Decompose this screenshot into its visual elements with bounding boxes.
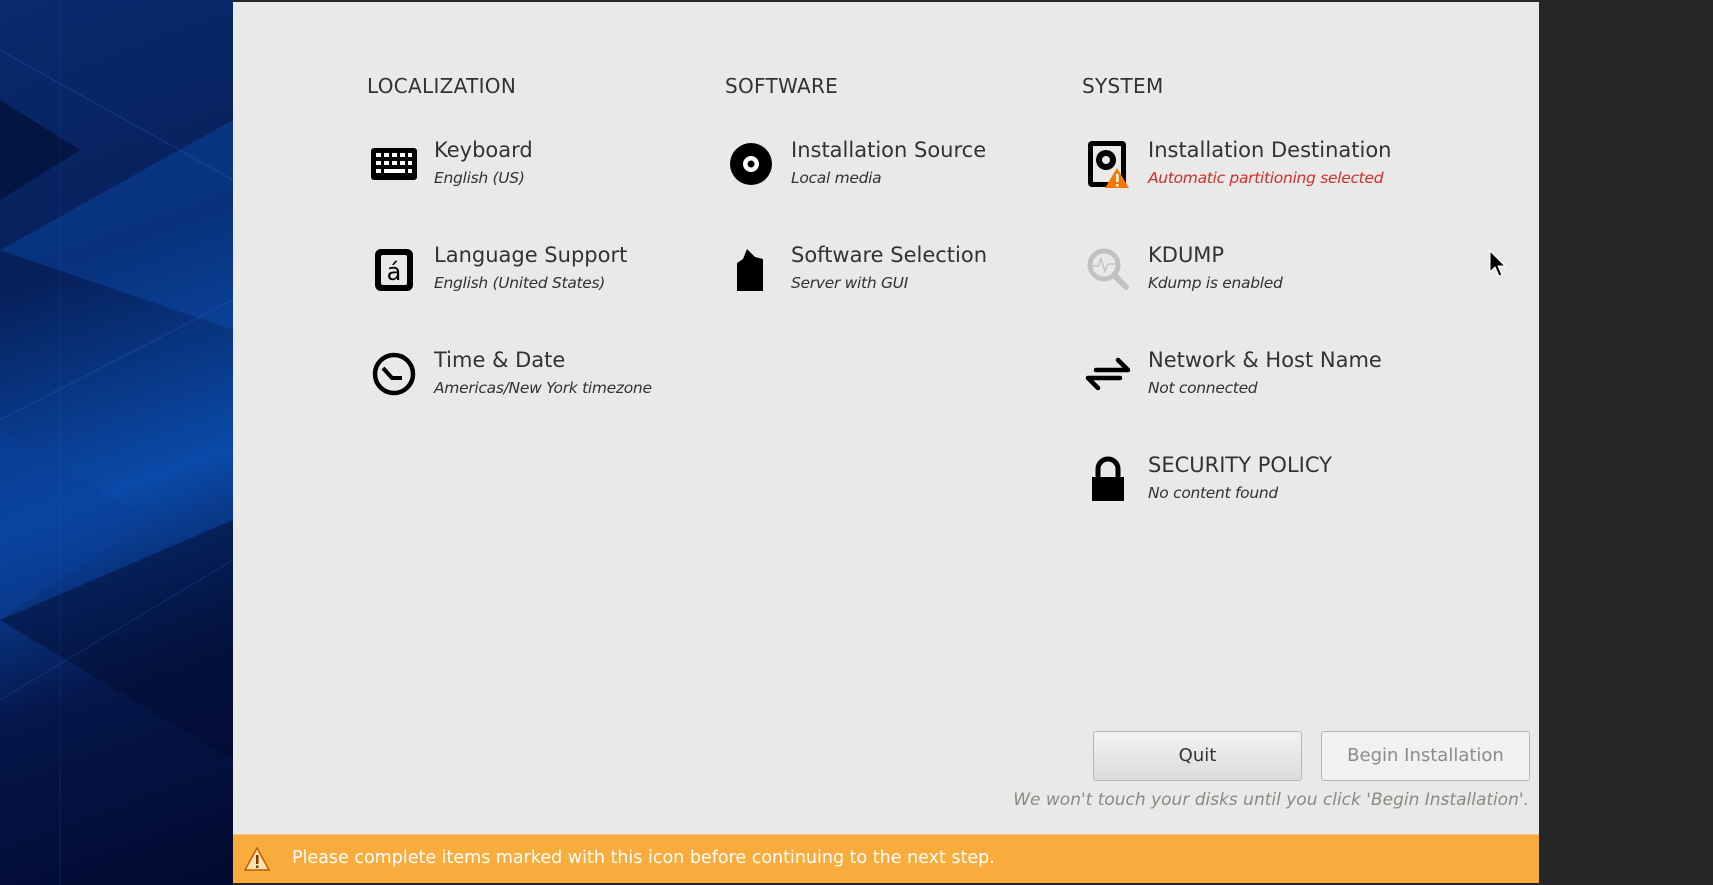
keyboard-title: Keyboard (434, 138, 533, 162)
language-support-title: Language Support (434, 243, 628, 267)
harddisk-warning-icon (1088, 141, 1129, 188)
localization-header: LOCALIZATION (367, 74, 517, 98)
spoke-installation-source[interactable]: Installation Source Local media (727, 138, 1057, 208)
spoke-language-support[interactable]: á Language Support English (United State… (370, 243, 700, 313)
language-icon: á (375, 249, 413, 291)
quit-button[interactable]: Quit (1093, 731, 1302, 781)
installation-summary-hub: LOCALIZATION SOFTWARE SYSTEM Keyboard En… (233, 2, 1539, 883)
spoke-installation-destination[interactable]: Installation Destination Automatic parti… (1084, 138, 1414, 208)
spoke-security-policy[interactable]: SECURITY POLICY No content found (1084, 453, 1414, 523)
software-header: SOFTWARE (725, 74, 839, 98)
svg-text:á: á (387, 258, 402, 286)
begin-installation-button[interactable]: Begin Installation (1321, 731, 1530, 781)
spoke-kdump[interactable]: KDUMP Kdump is enabled (1084, 243, 1414, 313)
keyboard-icon (371, 148, 417, 180)
installation-source-status: Local media (791, 169, 882, 187)
time-date-status: Americas/New York timezone (434, 379, 652, 397)
language-support-status: English (United States) (434, 274, 606, 292)
lock-icon (1092, 456, 1124, 501)
warning-message: Please complete items marked with this i… (292, 848, 995, 868)
time-date-title: Time & Date (434, 348, 566, 372)
kdump-title: KDUMP (1148, 243, 1225, 267)
warning-bar: Please complete items marked with this i… (233, 834, 1539, 883)
mouse-cursor-icon (1489, 250, 1507, 277)
software-selection-status: Server with GUI (791, 274, 908, 292)
spoke-software-selection[interactable]: Software Selection Server with GUI (727, 243, 1057, 313)
keyboard-status: English (US) (434, 169, 525, 187)
spoke-network-hostname[interactable]: Network & Host Name Not connected (1084, 348, 1414, 418)
disc-icon (730, 143, 772, 185)
spoke-keyboard[interactable]: Keyboard English (US) (370, 138, 700, 208)
installation-destination-title: Installation Destination (1148, 138, 1392, 162)
software-selection-title: Software Selection (791, 243, 988, 267)
warning-icon (244, 847, 270, 871)
installation-destination-status: Automatic partitioning selected (1148, 169, 1384, 187)
system-header: SYSTEM (1082, 74, 1164, 98)
network-hostname-title: Network & Host Name (1148, 348, 1382, 372)
package-icon (737, 249, 763, 291)
kdump-search-icon (1087, 248, 1129, 290)
sidebar-decoration (0, 0, 233, 885)
network-hostname-status: Not connected (1148, 379, 1258, 397)
security-policy-title: SECURITY POLICY (1148, 453, 1332, 477)
installation-source-title: Installation Source (791, 138, 987, 162)
sidebar-pattern (0, 0, 233, 885)
spoke-time-date[interactable]: Time & Date Americas/New York timezone (370, 348, 700, 418)
security-policy-status: No content found (1148, 484, 1278, 502)
network-arrows-icon (1085, 357, 1131, 391)
disk-safety-note: We won't touch your disks until you clic… (1013, 790, 1529, 810)
kdump-status: Kdump is enabled (1148, 274, 1283, 292)
clock-icon (372, 352, 416, 396)
